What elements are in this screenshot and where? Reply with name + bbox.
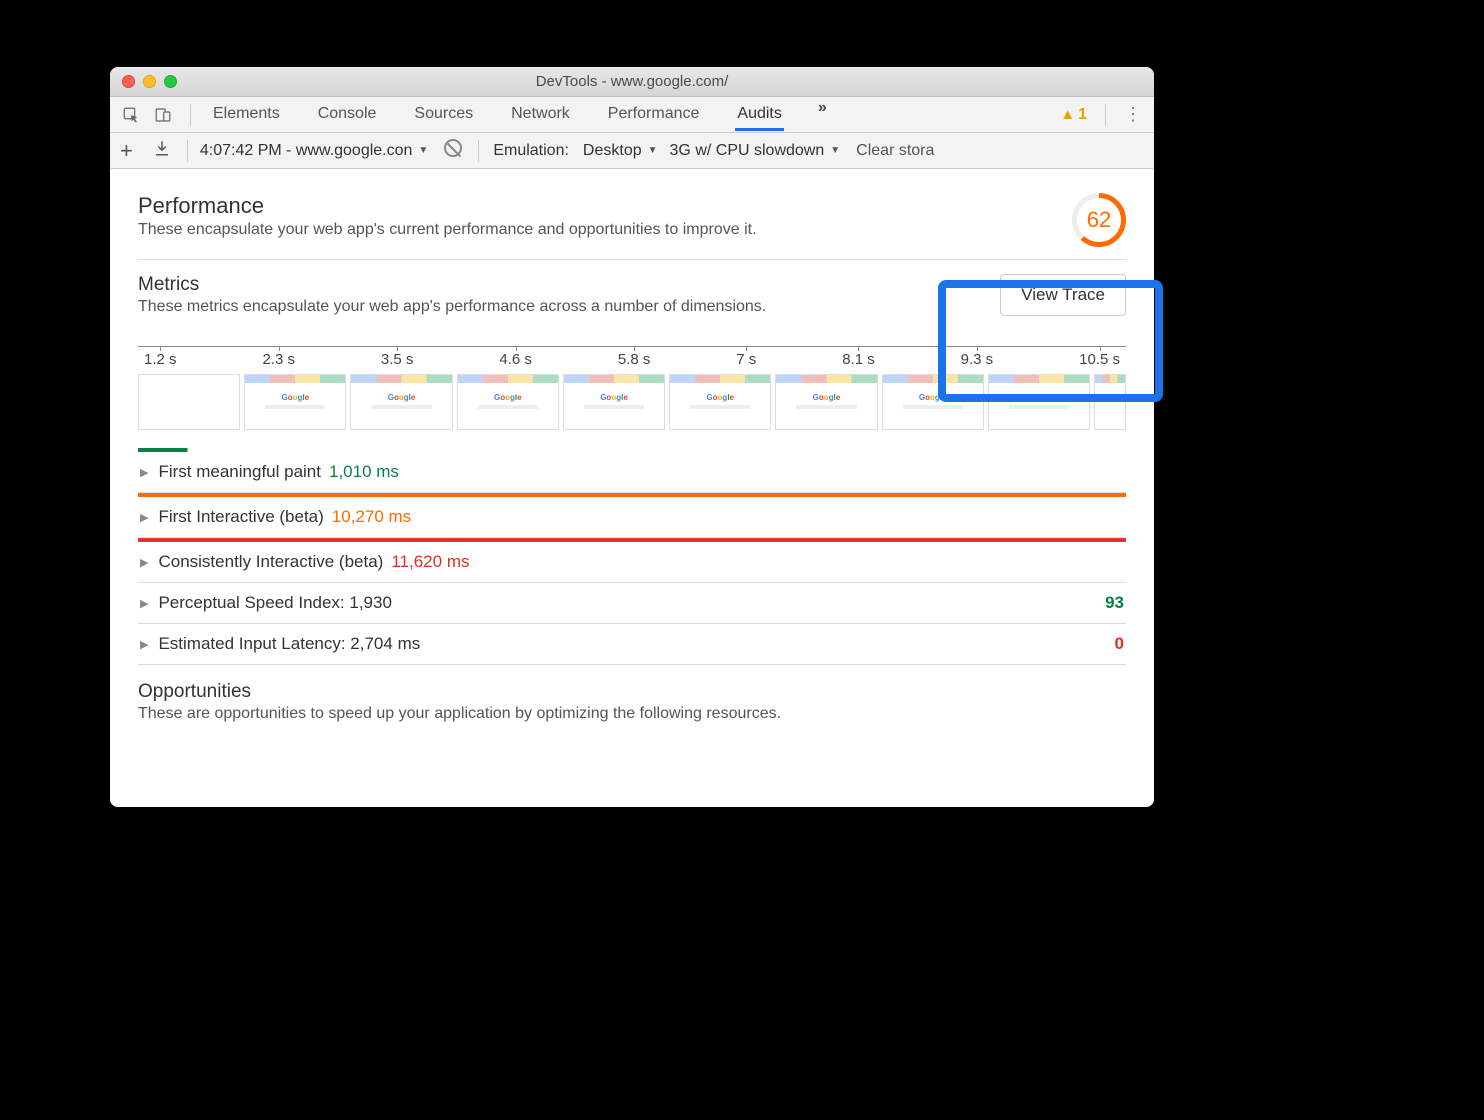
audits-toolbar: + 4:07:42 PM - www.google.con ▼ Emulatio… <box>110 133 1154 169</box>
report-label: 4:07:42 PM - www.google.con <box>200 142 413 160</box>
clear-storage-option[interactable]: Clear stora <box>846 142 944 160</box>
tab-elements[interactable]: Elements <box>211 99 282 131</box>
tick: 7 s <box>736 351 756 368</box>
tab-network[interactable]: Network <box>509 99 572 131</box>
metric-name: First Interactive (beta) <box>158 507 323 527</box>
timeline-ticks: 1.2 s 2.3 s 3.5 s 4.6 s 5.8 s 7 s 8.1 s … <box>138 346 1126 368</box>
tick: 10.5 s <box>1079 351 1120 368</box>
disclosure-triangle-icon: ▶ <box>140 638 148 651</box>
metric-value: 10,270 ms <box>332 507 411 527</box>
throttling-dropdown[interactable]: 3G w/ CPU slowdown ▼ <box>664 142 847 160</box>
download-icon <box>153 139 171 157</box>
metric-name: Estimated Input Latency: 2,704 ms <box>158 634 420 654</box>
inspect-element-icon[interactable] <box>122 106 140 124</box>
report-selector[interactable]: 4:07:42 PM - www.google.con ▼ <box>194 142 434 160</box>
warnings-badge[interactable]: ▲ 1 <box>1060 106 1099 124</box>
divider <box>190 104 191 126</box>
view-trace-button[interactable]: View Trace <box>1000 274 1126 316</box>
tick: 2.3 s <box>262 351 295 368</box>
filmstrip-frame[interactable]: Google <box>669 374 771 430</box>
filmstrip-frame[interactable] <box>138 374 240 430</box>
metric-row[interactable]: ▶ Estimated Input Latency: 2,704 ms 0 <box>138 624 1126 665</box>
metric-rows: ▶ First meaningful paint 1,010 ms ▶ First In… <box>138 448 1126 665</box>
filmstrip-frame[interactable] <box>1094 374 1126 430</box>
divider <box>478 140 479 162</box>
clear-icon <box>444 139 462 157</box>
window-title: DevTools - www.google.com/ <box>110 73 1154 90</box>
metric-row[interactable]: ▶ First Interactive (beta) 10,270 ms <box>138 497 1126 538</box>
download-report-button[interactable] <box>143 139 181 162</box>
new-audit-button[interactable]: + <box>110 138 143 164</box>
titlebar: DevTools - www.google.com/ <box>110 67 1154 97</box>
metrics-section-title: Metrics <box>138 274 766 296</box>
more-options-button[interactable]: ⋮ <box>1112 104 1154 125</box>
disclosure-triangle-icon: ▶ <box>140 556 148 569</box>
filmstrip-frame[interactable]: Google <box>988 374 1090 430</box>
metric-row[interactable]: ▶ Perceptual Speed Index: 1,930 93 <box>138 583 1126 624</box>
tab-audits[interactable]: Audits <box>735 99 783 131</box>
tick: 5.8 s <box>618 351 651 368</box>
tabs-overflow-button[interactable]: » <box>818 99 827 131</box>
device-toolbar-icon[interactable] <box>154 106 172 124</box>
tick: 3.5 s <box>381 351 414 368</box>
metric-score: 0 <box>1115 634 1124 654</box>
disclosure-triangle-icon: ▶ <box>140 597 148 610</box>
tick: 4.6 s <box>499 351 532 368</box>
caret-down-icon: ▼ <box>418 145 428 156</box>
filmstrip-frame[interactable]: Google <box>775 374 877 430</box>
disclosure-triangle-icon: ▶ <box>140 466 148 479</box>
filmstrip-frame[interactable]: Google <box>563 374 665 430</box>
tick: 8.1 s <box>842 351 875 368</box>
filmstrip-frame[interactable]: Google <box>882 374 984 430</box>
panel-tabs: Elements Console Sources Network Perform… <box>110 97 1154 133</box>
metric-row[interactable]: ▶ First meaningful paint 1,010 ms <box>138 452 1126 493</box>
metric-name: First meaningful paint <box>158 462 321 482</box>
audit-report: Performance These encapsulate your web a… <box>110 169 1154 807</box>
divider <box>1105 104 1106 126</box>
performance-section-desc: These encapsulate your web app's current… <box>138 221 757 239</box>
opportunities-desc: These are opportunities to speed up your… <box>138 705 1126 723</box>
divider <box>187 140 188 162</box>
metrics-section-desc: These metrics encapsulate your web app's… <box>138 298 766 316</box>
performance-score: 62 <box>1077 198 1121 242</box>
minimize-window-button[interactable] <box>143 75 156 88</box>
tick: 1.2 s <box>144 351 177 368</box>
close-window-button[interactable] <box>122 75 135 88</box>
emulation-device-dropdown[interactable]: Desktop ▼ <box>577 142 664 160</box>
filmstrip: Google Google Google Google Google Googl… <box>138 374 1126 430</box>
disclosure-triangle-icon: ▶ <box>140 511 148 524</box>
metric-name: Consistently Interactive (beta) <box>158 552 383 572</box>
metric-name: Perceptual Speed Index: 1,930 <box>158 593 391 613</box>
filmstrip-frame[interactable]: Google <box>350 374 452 430</box>
tab-sources[interactable]: Sources <box>412 99 475 131</box>
filmstrip-frame[interactable]: Google <box>244 374 346 430</box>
metric-score: 93 <box>1105 593 1124 613</box>
warning-count: 1 <box>1078 106 1087 124</box>
window-controls <box>110 75 177 88</box>
metric-row[interactable]: ▶ Consistently Interactive (beta) 11,620 m… <box>138 542 1126 583</box>
performance-section-title: Performance <box>138 193 757 219</box>
filmstrip-frame[interactable]: Google <box>457 374 559 430</box>
caret-down-icon: ▼ <box>830 145 840 156</box>
tab-performance[interactable]: Performance <box>606 99 702 131</box>
warning-icon: ▲ <box>1060 106 1075 123</box>
timeline: 1.2 s 2.3 s 3.5 s 4.6 s 5.8 s 7 s 8.1 s … <box>138 346 1126 430</box>
emulation-label: Emulation: <box>485 142 577 160</box>
opportunities-title: Opportunities <box>138 681 1126 703</box>
caret-down-icon: ▼ <box>648 145 658 156</box>
metric-value: 1,010 ms <box>329 462 399 482</box>
performance-score-gauge: 62 <box>1072 193 1126 247</box>
clear-icon-button[interactable] <box>434 139 472 162</box>
devtools-window: DevTools - www.google.com/ Elements Cons… <box>110 67 1154 807</box>
fullscreen-window-button[interactable] <box>164 75 177 88</box>
metric-value: 11,620 ms <box>391 552 469 572</box>
tick: 9.3 s <box>961 351 994 368</box>
tab-console[interactable]: Console <box>316 99 379 131</box>
